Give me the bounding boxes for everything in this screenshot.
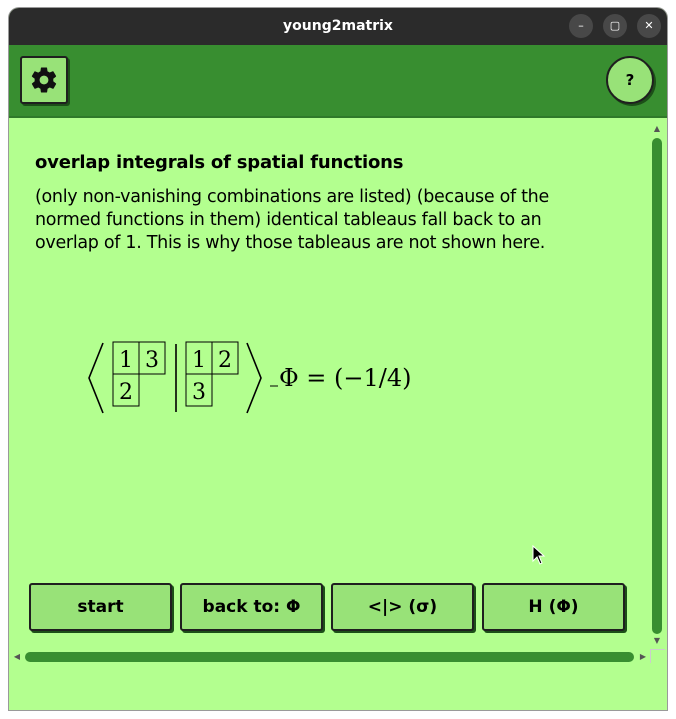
bra-value: 3	[145, 348, 159, 373]
toolbar: ?	[9, 45, 667, 118]
maximize-button[interactable]: ▢	[603, 14, 627, 38]
overlap-formula: 1 3 2 1 2 3 Φ = (−1/4)	[88, 341, 412, 414]
vertical-scrollbar[interactable]: ▲ ▼	[650, 122, 664, 648]
help-button[interactable]: ?	[606, 56, 654, 104]
horizontal-scroll-thumb[interactable]	[25, 652, 634, 662]
main-content: overlap integrals of spatial functions (…	[9, 118, 667, 710]
mouse-cursor-icon	[532, 545, 546, 565]
start-button[interactable]: start	[29, 583, 172, 631]
bra-value: 2	[119, 380, 133, 405]
bra-value: 1	[119, 348, 133, 373]
description-text: (only non-vanishing combinations are lis…	[35, 187, 549, 253]
scroll-left-icon[interactable]: ◀	[12, 652, 22, 662]
settings-button[interactable]	[20, 56, 68, 104]
scrollbar-corner	[650, 649, 665, 663]
horizontal-scrollbar[interactable]: ◀ ▶	[9, 649, 650, 663]
title-bar: young2matrix – ▢ ✕	[9, 8, 667, 45]
page-title: overlap integrals of spatial functions	[35, 152, 404, 173]
scroll-right-icon[interactable]: ▶	[638, 652, 648, 662]
scroll-down-icon[interactable]: ▼	[652, 636, 662, 646]
left-angle-bracket	[88, 342, 104, 414]
ket-value: 1	[192, 348, 206, 373]
app-window: young2matrix – ▢ ✕ ? overlap integrals o…	[9, 8, 667, 710]
braket-sigma-button[interactable]: <|> (σ)	[331, 583, 474, 631]
vertical-scroll-thumb[interactable]	[652, 138, 662, 634]
scroll-up-icon[interactable]: ▲	[652, 124, 662, 134]
back-button[interactable]: back to: Φ	[180, 583, 323, 631]
overlap-result: Φ = (−1/4)	[279, 364, 412, 392]
ket-value: 2	[218, 348, 232, 373]
hamiltonian-phi-button[interactable]: H (Φ)	[482, 583, 625, 631]
minimize-button[interactable]: –	[569, 14, 593, 38]
close-button[interactable]: ✕	[637, 14, 661, 38]
ket-value: 3	[192, 380, 206, 405]
right-angle-bracket	[246, 342, 262, 414]
gear-icon	[31, 67, 57, 93]
